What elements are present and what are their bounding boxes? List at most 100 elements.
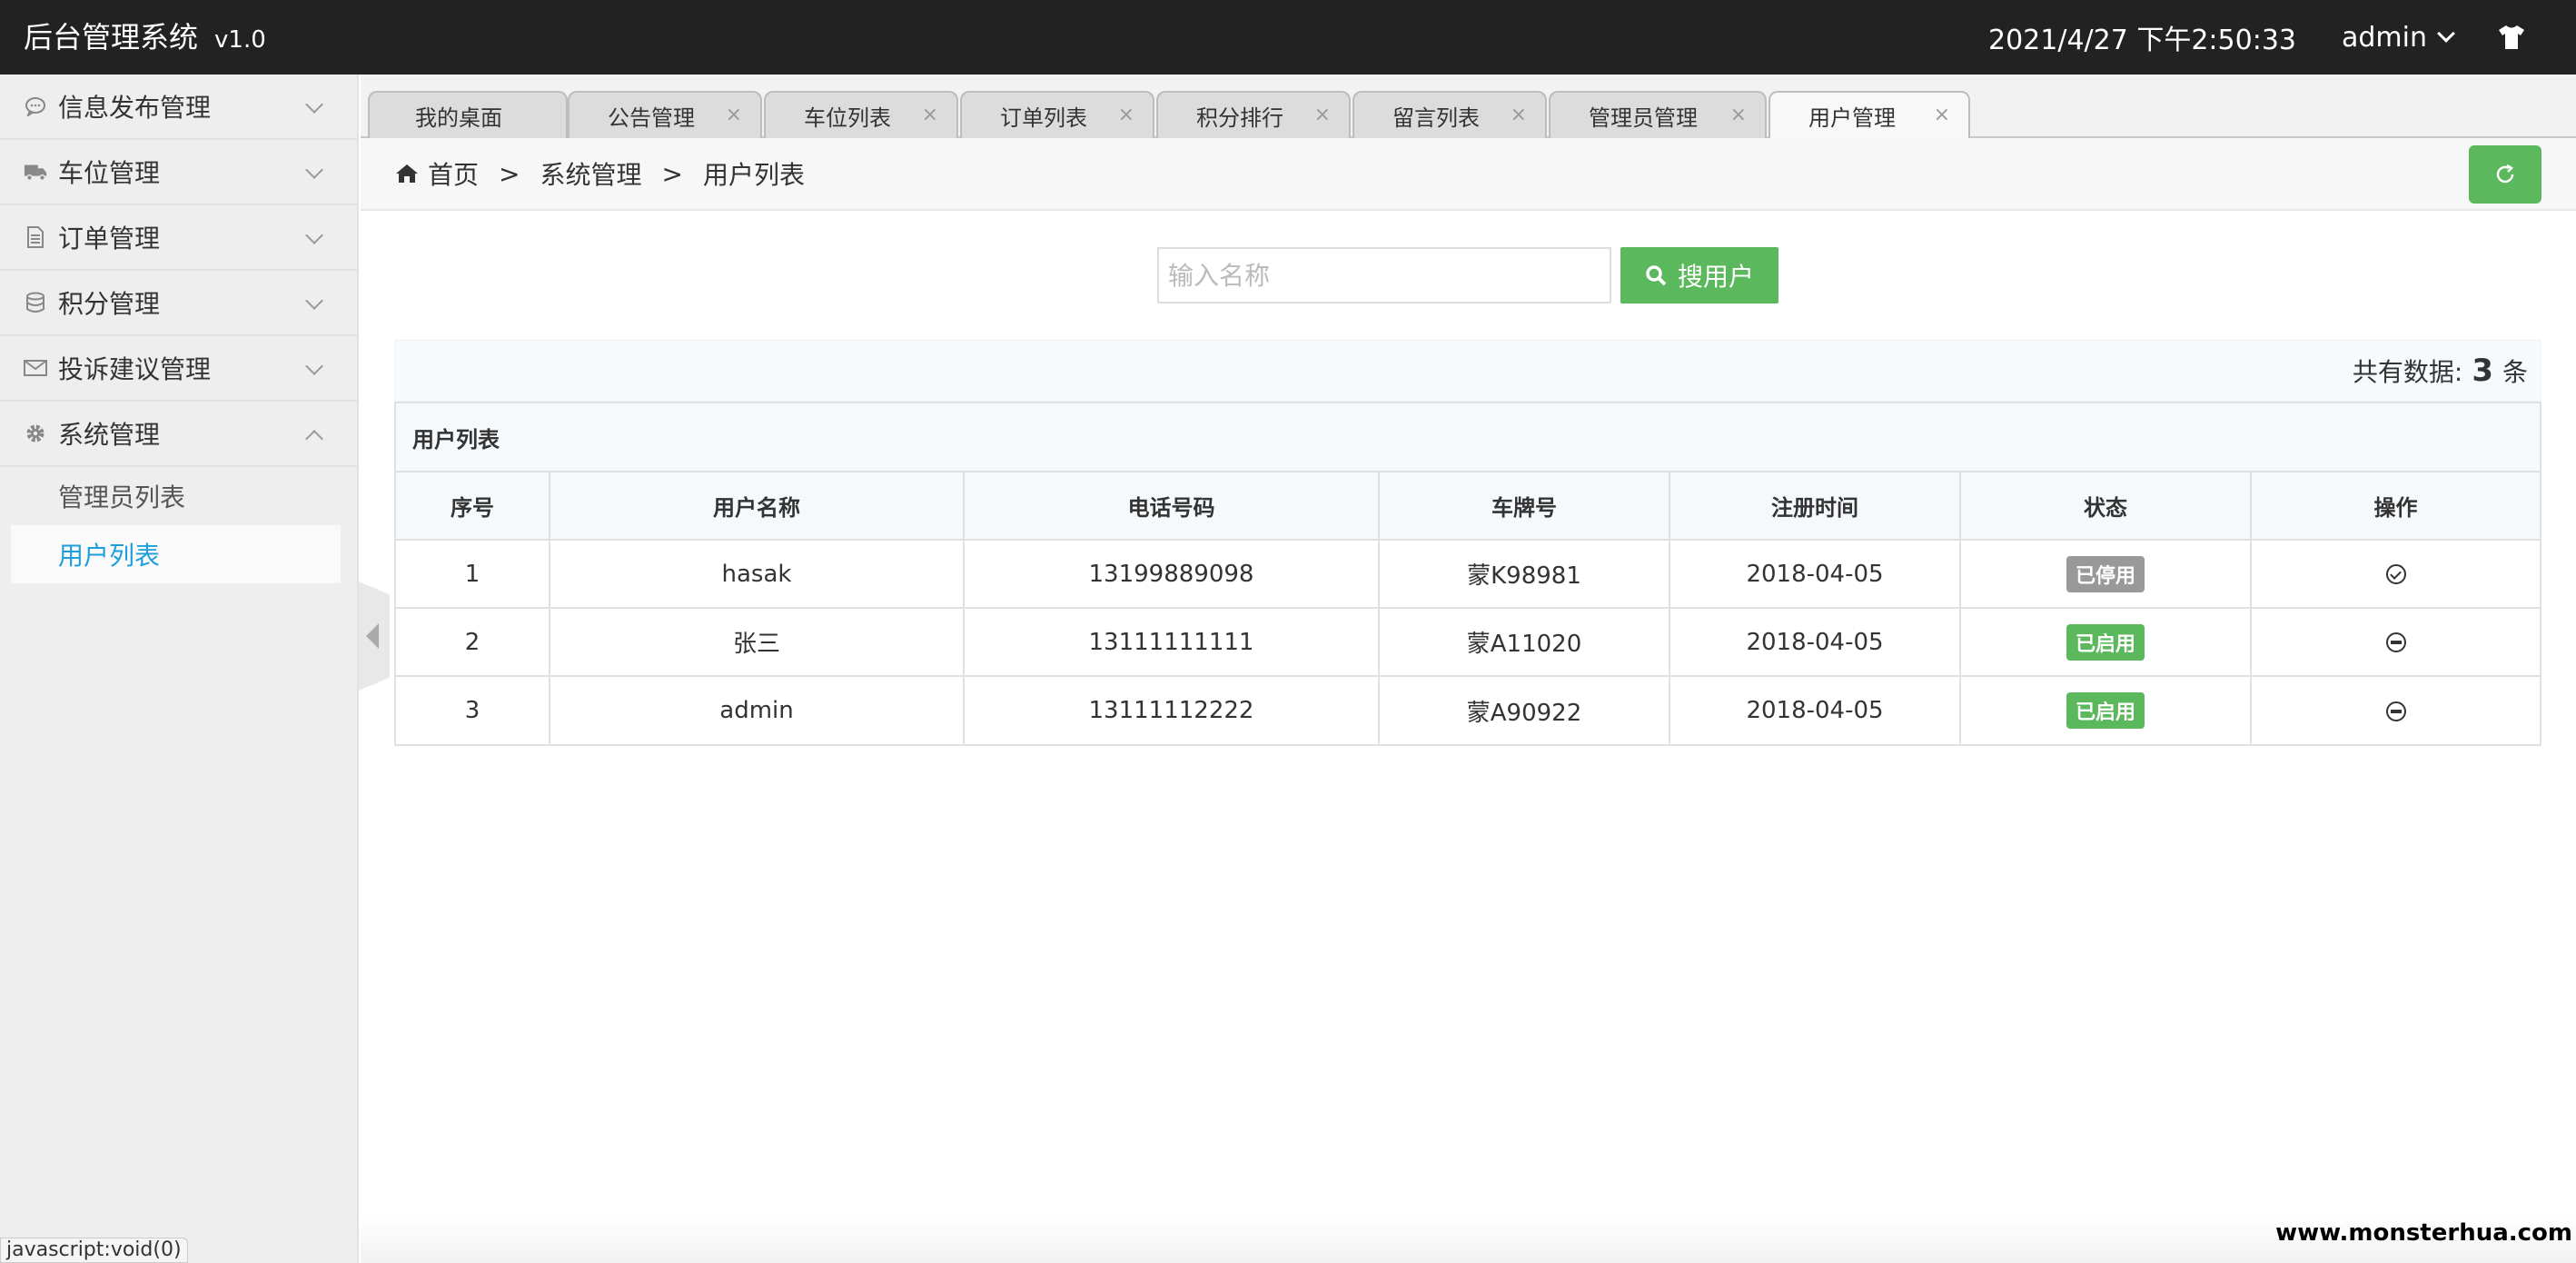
tab-order-list[interactable]: 订单列表 × [960,91,1154,138]
sidebar-collapse-handle[interactable] [359,582,390,691]
truck-icon [24,160,47,184]
sidebar-subitem-label: 用户列表 [58,541,161,571]
check-circle-icon[interactable] [2385,564,2406,584]
column-header: 电话号码 [964,472,1380,541]
column-header: 操作 [2251,472,2540,541]
breadcrumb-level1[interactable]: 系统管理 [540,155,641,192]
tab-user-management[interactable]: 用户管理 × [1769,91,1970,138]
breadcrumb-separator: > [661,158,683,189]
close-icon[interactable]: × [1511,104,1527,126]
top-header: 后台管理系统 v1.0 2021/4/27 下午2:50:33 admin [0,0,2576,75]
column-header: 序号 [396,472,550,541]
table-row: 3 admin 13111112222 蒙A90922 2018-04-05 已… [396,676,2540,744]
close-icon[interactable]: × [1118,104,1134,126]
envelope-icon [24,356,47,380]
column-header: 注册时间 [1669,472,1961,541]
sidebar-item-label: 积分管理 [58,289,161,319]
count-prefix: 共有数据: [2352,357,2463,387]
breadcrumb-separator: > [499,158,520,189]
watermark: www.monsterhua.com [2275,1219,2572,1247]
tshirt-icon[interactable] [2498,25,2525,50]
sidebar-item-label: 订单管理 [58,224,161,254]
app-title: 后台管理系统 [24,20,199,55]
cell-date: 2018-04-05 [1669,676,1961,744]
breadcrumb: 首页 > 系统管理 > 用户列表 [361,138,2576,211]
document-icon [24,225,47,249]
tab-points-ranking[interactable]: 积分排行 × [1156,91,1351,138]
cell-id: 2 [396,608,550,677]
sidebar-subitem-admin-list[interactable]: 管理员列表 [0,467,357,525]
gear-icon [24,422,47,445]
sidebar-item-parking[interactable]: 车位管理 [0,140,357,205]
table-row: 1 hasak 13199889098 蒙K98981 2018-04-05 已… [396,540,2540,609]
minus-circle-icon[interactable] [2385,701,2406,721]
close-icon[interactable]: × [1934,104,1950,126]
sidebar-item-points[interactable]: 积分管理 [0,271,357,336]
cell-action [2251,608,2540,677]
close-icon[interactable]: × [1314,104,1331,126]
chevron-down-icon [305,292,323,310]
column-header: 车牌号 [1379,472,1670,541]
search-input[interactable] [1157,247,1611,303]
cell-status: 已启用 [1960,676,2252,744]
cell-date: 2018-04-05 [1669,540,1961,609]
sidebar-item-info-publish[interactable]: 信息发布管理 [0,75,357,140]
cell-id: 3 [396,676,550,744]
sidebar-item-label: 系统管理 [58,420,161,450]
cell-id: 1 [396,540,550,609]
breadcrumb-home[interactable]: 首页 [428,155,479,192]
user-table: 序号 用户名称 电话号码 车牌号 注册时间 状态 操作 1 hasak 1319… [396,472,2540,744]
chevron-down-icon [305,226,323,244]
refresh-button[interactable] [2469,145,2541,204]
tab-label: 留言列表 [1392,104,1480,131]
cell-phone: 13111111111 [964,608,1380,677]
minus-circle-icon[interactable] [2385,632,2406,652]
comment-icon [24,94,47,118]
close-icon[interactable]: × [922,104,938,126]
count-suffix: 条 [2502,357,2528,387]
refresh-icon [2494,164,2516,185]
tab-label: 公告管理 [608,104,695,131]
user-menu[interactable]: admin [2342,22,2455,54]
cell-name: admin [550,676,965,744]
sidebar-item-complaints[interactable]: 投诉建议管理 [0,336,357,402]
record-count-bar: 共有数据: 3 条 [394,340,2541,402]
tab-parking-list[interactable]: 车位列表 × [764,91,958,138]
breadcrumb-level2: 用户列表 [702,160,805,190]
search-icon [1645,264,1667,286]
sidebar-item-label: 车位管理 [58,158,161,188]
close-icon[interactable]: × [1730,104,1747,126]
close-icon[interactable]: × [726,104,742,126]
search-button-label: 搜用户 [1677,262,1754,292]
cell-plate: 蒙A90922 [1379,676,1670,744]
tab-label: 车位列表 [804,104,891,131]
sidebar-subitem-user-list[interactable]: 用户列表 [11,525,341,583]
cell-status: 已启用 [1960,608,2252,677]
tab-label: 我的桌面 [415,104,502,131]
status-badge: 已启用 [2066,623,2145,661]
cell-action [2251,540,2540,609]
cell-status: 已停用 [1960,540,2252,609]
chevron-down-icon [305,357,323,375]
search-user-button[interactable]: 搜用户 [1620,247,1778,303]
tab-message-list[interactable]: 留言列表 × [1352,91,1547,138]
cell-date: 2018-04-05 [1669,608,1961,677]
column-header: 用户名称 [550,472,965,541]
app-logo: 后台管理系统 v1.0 [24,0,266,75]
sidebar-item-orders[interactable]: 订单管理 [0,205,357,271]
user-table-panel: 用户列表 序号 用户名称 电话号码 车牌号 注册时间 状态 操作 1 hasak… [394,402,2541,746]
table-caption: 用户列表 [396,403,2540,472]
cell-action [2251,676,2540,744]
cell-plate: 蒙K98981 [1379,540,1670,609]
sidebar-item-system[interactable]: 系统管理 [0,402,357,467]
status-badge: 已停用 [2066,555,2145,592]
tab-admin-management[interactable]: 管理员管理 × [1549,91,1767,138]
database-icon [24,291,47,314]
tab-label: 用户管理 [1808,104,1896,131]
tab-announcements[interactable]: 公告管理 × [568,91,762,138]
status-badge: 已启用 [2066,692,2145,729]
tab-label: 积分排行 [1196,104,1283,131]
chevron-up-icon [305,430,323,448]
sidebar: 信息发布管理 车位管理 订单管理 积分管理 投诉建议管理 系统管理 管理员列表 … [0,75,359,1263]
tab-desktop[interactable]: 我的桌面 [368,91,568,138]
